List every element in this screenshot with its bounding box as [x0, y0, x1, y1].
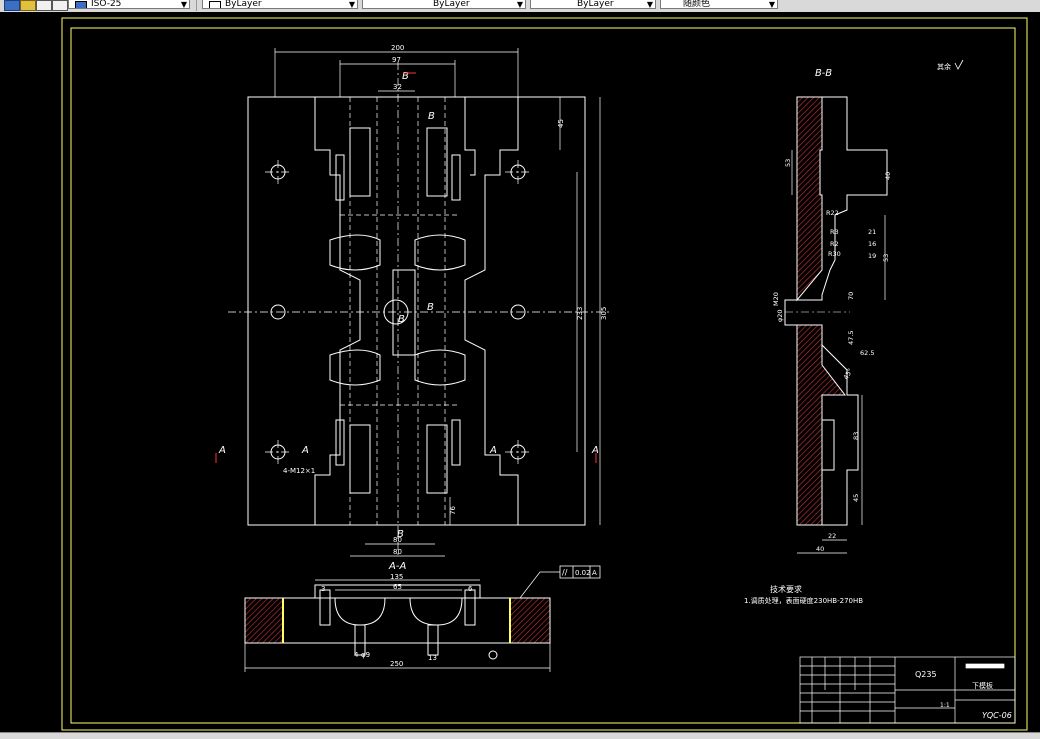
section-a-right: A: [591, 445, 599, 456]
section-a-mid2: A: [489, 445, 497, 456]
chevron-down-icon: ▼: [516, 0, 523, 9]
dim-53b: 53: [882, 254, 890, 262]
section-b-right: B: [428, 111, 435, 122]
plotstyle-dropdown[interactable]: ByLayer ▼: [530, 0, 656, 9]
dim-21: 21: [868, 228, 876, 236]
tech-requirements-text: 1.调质处理，表面硬度230HB-270HB: [744, 596, 863, 605]
tolerance-value: 0.02: [575, 569, 591, 577]
title-code: YQC-06: [982, 711, 1012, 720]
view-bb-title: B-B: [815, 68, 832, 79]
title-material: Q235: [915, 670, 937, 679]
dim-r30: R30: [828, 250, 841, 258]
dim-6: 6: [468, 585, 473, 593]
dim-r22: R22: [826, 209, 839, 217]
section-a-left: A: [218, 445, 226, 456]
aa-hatch-left: [244, 597, 284, 644]
dim-r3: R3: [830, 228, 839, 236]
dim-65: 65: [393, 583, 402, 591]
dim-22b: 22: [828, 532, 836, 540]
bb-hatch-top: [796, 96, 823, 302]
color-dropdown[interactable]: 随颜色 ▼: [660, 0, 778, 9]
dim-phi20: φ20: [776, 309, 784, 322]
linetype-dropdown[interactable]: ByLayer ▼: [202, 0, 358, 9]
linetype-swatch-icon: [209, 1, 221, 8]
dim-19: 19: [868, 252, 876, 260]
chevron-down-icon: ▼: [646, 0, 653, 9]
aa-hatch-right: [509, 597, 551, 644]
chevron-down-icon: ▼: [768, 0, 775, 9]
linetype-value: ByLayer: [225, 0, 262, 9]
dim-305: 305: [600, 307, 608, 320]
text-style-value: ISO-25: [91, 0, 122, 9]
tolerance-symbol: //: [562, 568, 568, 577]
dim-4phi: 4-φ9: [354, 651, 370, 659]
dim-3: 3: [321, 585, 325, 593]
dim-76: 76: [449, 506, 457, 515]
dim-250: 250: [390, 660, 403, 668]
section-b-center: B: [427, 302, 434, 313]
drawing-canvas[interactable]: 200 97 32 45 233 305 76 80 80 4-M12×1 B …: [0, 12, 1040, 732]
layer-icon[interactable]: [4, 0, 20, 11]
dim-r2: R2: [830, 240, 839, 248]
dim-13: 13: [428, 654, 437, 662]
style-icon: [75, 1, 87, 8]
title-scale: 1:1: [940, 702, 950, 709]
dim-16: 16: [868, 240, 876, 248]
toolbar-separator: [196, 0, 197, 11]
color-swatch-icon[interactable]: [52, 0, 68, 11]
dim-83: 83: [852, 432, 860, 440]
dim-80b: 80: [393, 548, 402, 556]
label-m12: 4-M12×1: [283, 467, 315, 475]
dim-32: 32: [393, 83, 402, 91]
color-value: 随颜色: [683, 0, 711, 9]
dim-62-5: 62.5: [860, 349, 874, 357]
dim-53: 53: [784, 159, 792, 167]
tech-requirements-title: 技术要求: [770, 584, 802, 594]
dim-40: 40: [884, 172, 892, 180]
title-name: 下模板: [972, 681, 993, 690]
view-aa-title: A-A: [388, 561, 406, 572]
dim-47-5: 47.5: [847, 331, 855, 345]
dim-40b: 40: [816, 545, 824, 553]
lineweight-dropdown[interactable]: ByLayer ▼: [362, 0, 526, 9]
chevron-down-icon: ▼: [348, 0, 355, 9]
tolerance-datum: A: [592, 569, 597, 577]
dim-97: 97: [392, 56, 401, 64]
roughness-note: 其余: [937, 62, 951, 71]
dim-200: 200: [391, 44, 404, 52]
dim-233: 233: [576, 307, 584, 320]
section-b-bottom: B: [397, 529, 404, 540]
plotstyle-value: ByLayer: [577, 0, 614, 9]
sun-icon[interactable]: [20, 0, 36, 11]
dim-135: 135: [390, 573, 403, 581]
section-b-center2: B: [398, 314, 405, 325]
section-a-mid: A: [301, 445, 309, 456]
text-style-dropdown[interactable]: ISO-25 ▼: [68, 0, 190, 9]
lock-icon[interactable]: [36, 0, 52, 11]
chevron-down-icon: ▼: [180, 0, 187, 9]
dim-m20: M20: [772, 292, 780, 306]
dim-45b: 45: [852, 494, 860, 502]
dim-70: 70: [847, 292, 855, 300]
dim-45: 45: [557, 119, 565, 128]
lineweight-value: ByLayer: [433, 0, 470, 9]
